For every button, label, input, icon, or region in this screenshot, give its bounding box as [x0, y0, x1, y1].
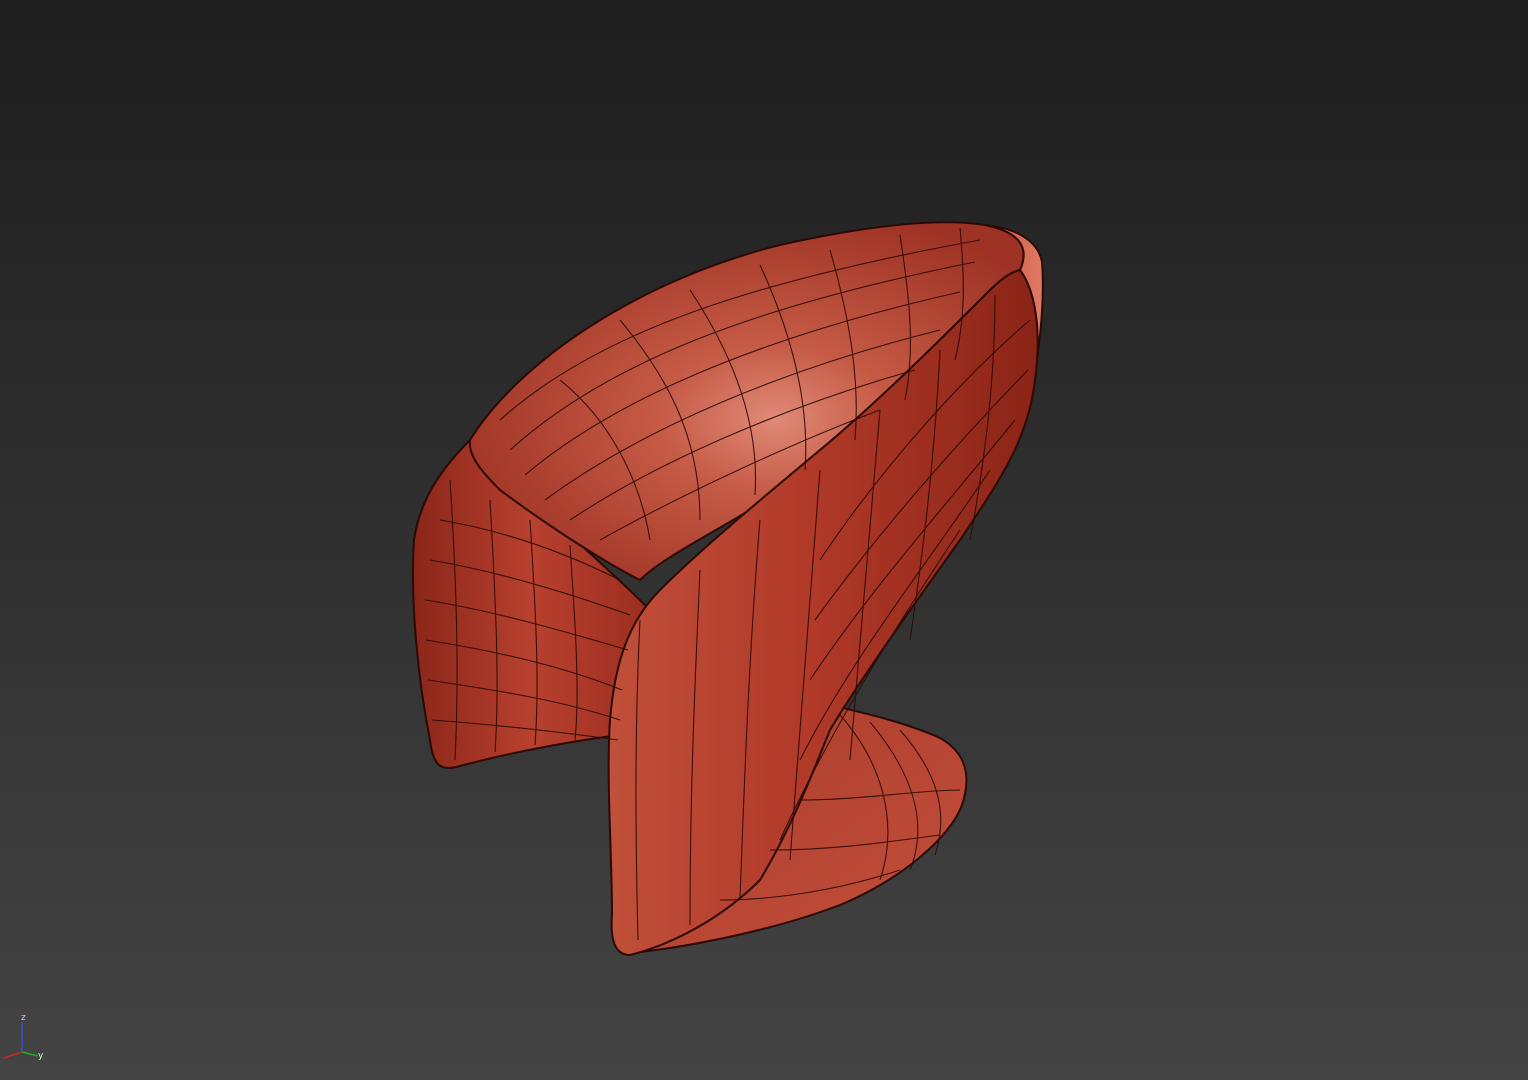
- axis-gizmo-icon: z y: [3, 1013, 44, 1061]
- y-axis-label: y: [38, 1051, 44, 1061]
- 3d-viewport[interactable]: z y: [0, 0, 1528, 1080]
- x-axis-line: [3, 1051, 23, 1059]
- y-axis-line: [21, 1051, 39, 1057]
- z-axis-label: z: [21, 1013, 26, 1023]
- chair-model[interactable]: [0, 0, 1528, 1080]
